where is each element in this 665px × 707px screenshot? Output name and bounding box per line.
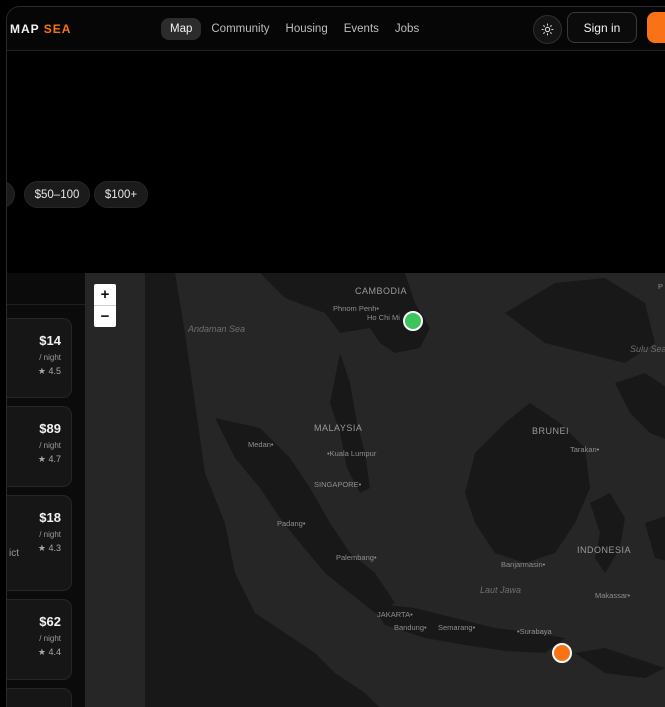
map-label-palembang: Palembang• xyxy=(336,553,377,562)
map-label-edge: P xyxy=(658,282,664,291)
listing-price-unit: / night xyxy=(39,530,61,539)
zoom-control: + − xyxy=(94,284,116,327)
nav-map[interactable]: Map xyxy=(161,18,202,40)
listing-rating: ★ 4.7 xyxy=(37,454,61,464)
listing-card[interactable]: $89 / night ★ 4.7 xyxy=(7,406,72,487)
map-label-surabaya: •Surabaya xyxy=(517,627,552,636)
sign-in-button[interactable]: Sign in xyxy=(567,12,637,43)
listing-card[interactable]: $62 / night ★ 4.4 xyxy=(7,599,72,680)
listing-rating: ★ 4.4 xyxy=(37,647,61,657)
price-filter-chip-partial[interactable] xyxy=(7,181,15,208)
theme-toggle-button[interactable] xyxy=(533,15,562,44)
listing-card[interactable] xyxy=(7,688,72,707)
listing-price: $14 xyxy=(39,333,61,348)
listing-card[interactable]: $18 / night ★ 4.3 ict xyxy=(7,495,72,591)
zoom-out-button[interactable]: − xyxy=(94,305,116,327)
map-label-tarakan: Tarakan• xyxy=(570,445,600,454)
map-label-kuala-lumpur: •Kuala Lumpur xyxy=(327,449,377,458)
map-label-sulu-sea: Sulu Sea xyxy=(630,344,665,354)
map-view[interactable]: + − CAMBODIA Phnom Penh• Ho Chi Mi Andam… xyxy=(85,273,665,707)
map-label-malaysia: MALAYSIA xyxy=(314,423,363,433)
map-label-phnom-penh: Phnom Penh• xyxy=(333,304,379,313)
map-label-laut-jawa: Laut Jawa xyxy=(480,585,522,595)
top-navbar: MAP SEA Map Community Housing Events Job… xyxy=(7,7,665,51)
map-label-padang: Padang• xyxy=(277,519,306,528)
listing-location-snippet: ict xyxy=(9,548,19,559)
map-label-brunei: BRUNEI xyxy=(532,426,570,436)
map-label-semarang: Semarang• xyxy=(438,623,476,632)
listing-price: $89 xyxy=(39,421,61,436)
listing-card[interactable]: $14 / night ★ 4.5 xyxy=(7,318,72,398)
sun-icon xyxy=(541,23,554,36)
map-landmass xyxy=(145,273,665,707)
listing-rating: ★ 4.5 xyxy=(37,366,61,376)
listing-price-unit: / night xyxy=(39,441,61,450)
map-label-indonesia: INDONESIA xyxy=(577,545,632,555)
price-filter-chip-100-plus[interactable]: $100+ xyxy=(94,181,148,208)
map-label-jakarta: JAKARTA• xyxy=(377,610,413,619)
nav-housing[interactable]: Housing xyxy=(280,18,334,40)
primary-cta-button[interactable] xyxy=(647,12,665,43)
listing-price: $62 xyxy=(39,614,61,629)
map-label-ho-chi-minh: Ho Chi Mi xyxy=(367,313,400,322)
map-label-andaman-sea: Andaman Sea xyxy=(188,324,246,334)
zoom-in-button[interactable]: + xyxy=(94,284,116,305)
listing-panel-header xyxy=(7,273,85,305)
green-location-marker[interactable] xyxy=(403,311,423,331)
map-label-makassar: Makassar• xyxy=(595,591,631,600)
map-label-singapore: SINGAPORE• xyxy=(314,480,362,489)
map-label-bandung: Bandung• xyxy=(394,623,427,632)
price-filter-chip-50-100[interactable]: $50–100 xyxy=(24,181,90,208)
map-label-medan: Medan• xyxy=(248,440,274,449)
map-label-cambodia: CAMBODIA xyxy=(355,286,408,296)
main-nav: Map Community Housing Events Jobs xyxy=(161,18,425,40)
listing-panel: $14 / night ★ 4.5 $89 / night ★ 4.7 $18 … xyxy=(7,273,86,707)
nav-jobs[interactable]: Jobs xyxy=(389,18,425,40)
map-label-banjarmasin: Banjarmasin• xyxy=(501,560,546,569)
logo[interactable]: MAP SEA xyxy=(10,22,71,36)
listing-rating: ★ 4.3 xyxy=(37,543,61,553)
logo-main: MAP xyxy=(10,22,40,36)
listing-price-unit: / night xyxy=(39,634,61,643)
listing-price: $18 xyxy=(39,510,61,525)
orange-location-marker[interactable] xyxy=(552,643,572,663)
app-window: MAP SEA Map Community Housing Events Job… xyxy=(6,6,665,707)
logo-accent: SEA xyxy=(43,22,72,36)
nav-community[interactable]: Community xyxy=(205,18,275,40)
nav-events[interactable]: Events xyxy=(338,18,385,40)
listing-price-unit: / night xyxy=(39,353,61,362)
